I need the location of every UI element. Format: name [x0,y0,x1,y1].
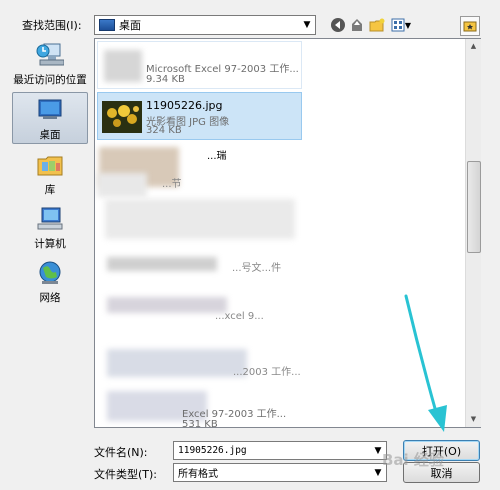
place-computer[interactable]: 计算机 [12,202,88,254]
chevron-down-icon: ▼ [404,20,412,30]
file-type: Excel 97-2003 工作... [182,409,287,420]
desktop-icon [36,97,64,123]
file-name: ...节 [162,179,182,190]
file-type-label: 文件类型(T): [94,468,158,481]
up-folder-button[interactable] [348,16,366,34]
scrollbar-thumb[interactable] [467,161,481,253]
desktop-shortcut-button[interactable] [460,16,480,36]
file-item-selected[interactable]: 11905226.jpg 光影看图 JPG 图像 324 KB [97,92,302,140]
file-item[interactable]: ...号文...件 [97,243,302,291]
file-name: ...xcel 9... [215,311,264,322]
back-arrow-icon [331,18,345,32]
file-type-dropdown[interactable]: 所有格式 ▼ [173,463,387,482]
place-network[interactable]: 网络 [12,256,88,308]
places-bar: 最近访问的位置 桌面 库 计算机 网络 [10,38,88,308]
view-grid-icon [391,18,405,32]
file-size: 9.34 KB [146,74,185,85]
file-name: ...瑞 [207,151,227,162]
watermark: Bai 经验 [382,451,444,469]
file-item[interactable]: Excel 97-2003 工作... 531 KB [97,385,302,428]
file-list[interactable]: Microsoft Excel 97-2003 工作... 9.34 KB 11… [94,38,481,428]
file-size: 531 KB [182,419,218,428]
recent-locations-icon [36,42,65,68]
libraries-icon [36,152,64,178]
place-recent-locations[interactable]: 最近访问的位置 [12,38,88,90]
vertical-scrollbar[interactable]: ▲ ▼ [465,39,481,427]
place-label: 最近访问的位置 [13,74,87,86]
place-label: 桌面 [39,129,61,141]
place-desktop[interactable]: 桌面 [12,92,88,144]
file-size: 324 KB [146,125,182,136]
file-item[interactable]: ...xcel 9... [97,291,302,339]
file-name: ...号文...件 [232,263,282,274]
place-label: 计算机 [34,238,66,250]
file-name: ...2003 工作... [233,367,301,378]
back-button[interactable] [329,16,347,34]
new-folder-button[interactable] [368,16,386,34]
desktop-icon [99,19,115,31]
file-name-field[interactable]: 11905226.jpg ▼ [173,441,387,460]
file-type-value: 所有格式 [178,469,218,480]
chevron-down-icon[interactable]: ▼ [299,20,315,30]
file-name-value: 11905226.jpg [178,445,247,456]
computer-icon [36,206,64,232]
place-libraries[interactable]: 库 [12,148,88,200]
place-label: 网络 [39,292,61,304]
place-label: 库 [44,184,56,196]
up-folder-icon [352,19,362,31]
look-in-dropdown[interactable]: 桌面 ▼ [94,15,316,35]
new-folder-icon [369,18,385,32]
network-globe-icon [36,260,64,286]
file-item[interactable]: Microsoft Excel 97-2003 工作... 9.34 KB [97,41,302,89]
look-in-value: 桌面 [119,19,141,32]
scroll-up-arrow-icon[interactable]: ▲ [466,39,481,54]
scroll-down-arrow-icon[interactable]: ▼ [466,412,481,427]
look-in-label: 查找范围(I): [22,19,82,32]
file-type: Microsoft Excel 97-2003 工作... [146,64,299,75]
file-name-label: 文件名(N): [94,446,148,459]
image-thumbnail [102,101,142,133]
view-menu-button[interactable]: ▼ [388,16,414,34]
folder-star-icon [463,21,477,32]
file-name: 11905226.jpg [146,99,223,112]
